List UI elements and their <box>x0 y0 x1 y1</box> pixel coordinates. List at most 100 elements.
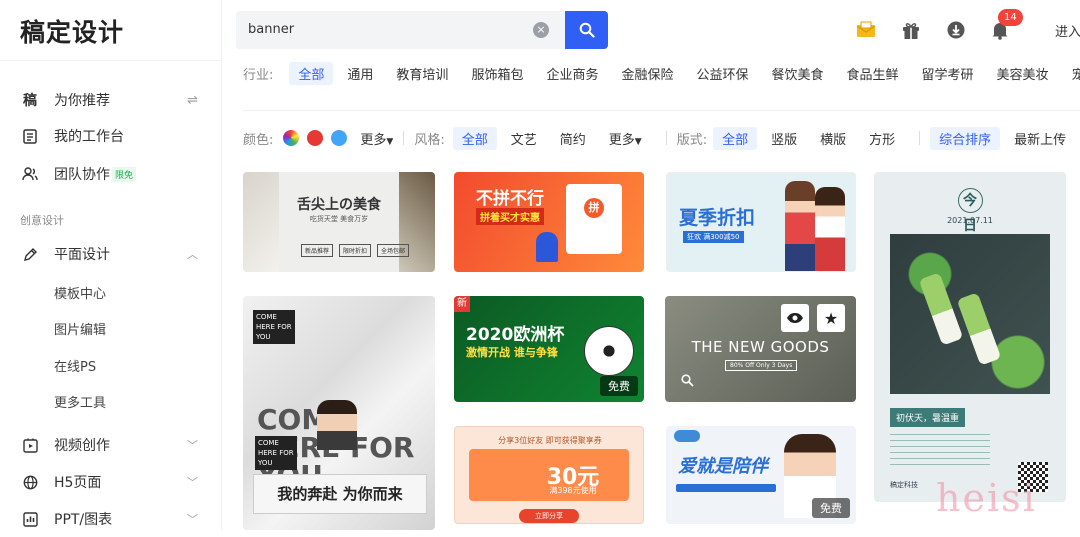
person-illustration <box>815 187 845 271</box>
card-title: 爱就是陪伴 <box>678 456 768 477</box>
sidebar-item-label: H5页面 <box>54 475 102 491</box>
sidebar-item-label: 视频创作 <box>54 438 110 454</box>
search-input[interactable]: banner <box>248 22 294 37</box>
free-badge: 免费 <box>812 498 850 518</box>
card-tag: COME HERE FOR YOU <box>253 310 295 344</box>
app-logo[interactable]: 稿定设计 <box>20 13 124 49</box>
zoom-icon[interactable] <box>681 372 694 391</box>
industry-pets[interactable]: 宠 <box>1063 62 1080 85</box>
sidebar-item-team[interactable]: 团队协作 限免 <box>0 156 222 192</box>
gift-icon[interactable] <box>901 20 921 40</box>
format-all[interactable]: 全部 <box>713 126 758 150</box>
style-all[interactable]: 全部 <box>452 126 497 150</box>
sidebar-subitem-more-tools[interactable]: 更多工具 <box>54 392 106 411</box>
sort-newest[interactable]: 最新上传 <box>1005 127 1075 150</box>
template-card-mothers-day[interactable]: 爱就是陪伴 免费 <box>666 426 856 524</box>
sidebar-item-ppt[interactable]: PPT/图表 ﹀ <box>0 501 222 537</box>
coupon-condition: 满398元使用 <box>549 486 597 495</box>
template-card-group-buy[interactable]: 不拼不行 拼着买才实惠 拼 <box>454 172 644 272</box>
chevron-up-icon[interactable]: ︿ <box>187 246 198 262</box>
color-more-dropdown[interactable]: 更多▼ <box>360 129 393 148</box>
separator <box>665 131 667 145</box>
card-top-text: 分享3位好友 即可获得聚享券 <box>498 436 602 445</box>
format-portrait[interactable]: 竖版 <box>762 127 806 150</box>
industry-food-dining[interactable]: 餐饮美食 <box>763 62 833 85</box>
sidebar-subitem-online-ps[interactable]: 在线PS <box>54 356 96 375</box>
industry-education[interactable]: 教育培训 <box>387 62 457 85</box>
sidebar-subitem-photo-edit[interactable]: 图片编辑 <box>54 319 106 338</box>
watermark-text: heisi <box>936 476 1037 520</box>
sidebar: 稿定设计 稿 为你推荐 ⇌ 我的工作台 团队协作 限免 创意设计 平面设计 ︿ … <box>0 0 222 530</box>
filter-toggle-icon[interactable]: ⇌ <box>187 93 198 108</box>
template-card-coupon[interactable]: 分享3位好友 即可获得聚享券 30元 满398元使用 立即分享 <box>454 426 644 524</box>
card-tag: COME HERE FOR YOU <box>255 436 297 470</box>
industry-study-abroad[interactable]: 留学考研 <box>913 62 983 85</box>
free-badge: 免费 <box>600 376 638 396</box>
industry-filter: 行业: 全部 通用 教育培训 服饰箱包 企业商务 金融保险 公益环保 餐饮美食 … <box>243 61 1080 85</box>
card-tag: 新品推荐 <box>301 244 334 257</box>
favorite-button[interactable]: ★ <box>817 304 845 332</box>
style-simple[interactable]: 简约 <box>551 127 595 150</box>
industry-apparel[interactable]: 服饰箱包 <box>462 62 532 85</box>
color-blue-swatch[interactable] <box>331 130 348 146</box>
industry-general[interactable]: 通用 <box>338 62 382 85</box>
industry-beauty[interactable]: 美容美妆 <box>988 62 1058 85</box>
color-more-label: 更多 <box>360 132 387 148</box>
sidebar-item-h5[interactable]: H5页面 ﹀ <box>0 464 222 500</box>
format-landscape[interactable]: 横版 <box>811 127 855 150</box>
sidebar-subitem-templates[interactable]: 模板中心 <box>54 283 106 302</box>
sidebar-item-video[interactable]: 视频创作 ﹀ <box>0 427 222 463</box>
preview-button[interactable] <box>781 304 809 332</box>
template-card-food[interactable]: 舌尖上の美食 吃货天堂 美食万岁 新品推荐 限时折扣 全场包邮 <box>243 172 435 272</box>
search-button[interactable] <box>565 11 608 49</box>
chevron-down-icon[interactable]: ﹀ <box>187 511 198 527</box>
enter-link[interactable]: 进入 <box>1055 21 1080 40</box>
template-card-summer-sale[interactable]: 夏季折扣 狂欢 满300减50 <box>666 172 856 272</box>
format-square[interactable]: 方形 <box>860 127 904 150</box>
new-badge: 新 <box>454 296 470 312</box>
template-card-euro-cup[interactable]: 新 2020欧洲杯 激情开战 谁与争锋 免费 <box>454 296 644 402</box>
popsicle-photo <box>890 234 1050 394</box>
team-icon <box>22 166 38 182</box>
industry-business[interactable]: 企业商务 <box>537 62 607 85</box>
mail-icon[interactable] <box>856 20 876 40</box>
caret-down-icon: ▼ <box>386 136 394 147</box>
coupon-button: 立即分享 <box>519 509 579 523</box>
style-literary[interactable]: 文艺 <box>502 127 546 150</box>
poster-date: 2021.07.11 <box>947 216 993 225</box>
template-card-new-goods[interactable]: THE NEW GOODS 80% Off Only 3 Days ★ <box>665 296 856 402</box>
person-illustration <box>317 400 357 450</box>
sidebar-item-label: PPT/图表 <box>54 512 113 528</box>
template-card-summer-poster[interactable]: 今日初伏 2021.07.11 初伏天，暑温重 稿定科技 <box>874 172 1066 502</box>
sidebar-item-graphic[interactable]: 平面设计 ︿ <box>0 236 222 272</box>
industry-finance[interactable]: 金融保险 <box>612 62 682 85</box>
pin-badge: 拼 <box>584 198 604 218</box>
sidebar-item-recommend[interactable]: 稿 为你推荐 ⇌ <box>0 82 222 118</box>
color-rainbow-swatch[interactable] <box>283 130 300 146</box>
gao-icon: 稿 <box>23 93 37 109</box>
style-more-dropdown[interactable]: 更多▼ <box>600 127 651 150</box>
poster-caption: 初伏天，暑温重 <box>890 408 966 427</box>
card-title: 2020欧洲杯 <box>466 325 565 345</box>
industry-fresh-food[interactable]: 食品生鲜 <box>838 62 908 85</box>
color-red-swatch[interactable] <box>307 130 324 146</box>
card-subtitle: 拼着买才实惠 <box>476 208 544 225</box>
industry-all[interactable]: 全部 <box>289 61 334 85</box>
industry-charity[interactable]: 公益环保 <box>687 62 757 85</box>
sidebar-item-workspace[interactable]: 我的工作台 <box>0 118 222 154</box>
chevron-down-icon[interactable]: ﹀ <box>187 474 198 490</box>
eye-icon <box>787 313 803 323</box>
download-icon[interactable] <box>946 20 966 40</box>
format-label: 版式: <box>676 132 708 148</box>
document-icon <box>22 128 38 144</box>
chevron-down-icon[interactable]: ﹀ <box>187 437 198 453</box>
card-subtitle: 狂欢 满300减50 <box>683 231 744 243</box>
clear-icon[interactable]: × <box>533 22 549 38</box>
sort-comprehensive[interactable]: 综合排序 <box>930 126 1001 150</box>
poster-body-text <box>890 434 990 466</box>
globe-icon <box>22 474 38 490</box>
card-title: 今日初伏 <box>957 188 983 284</box>
template-card-come-here[interactable]: COME HERE FOR YOU COME HERE FOR YOU COME… <box>243 296 435 530</box>
sidebar-item-label: 团队协作 <box>54 167 110 183</box>
chart-icon <box>22 511 38 527</box>
